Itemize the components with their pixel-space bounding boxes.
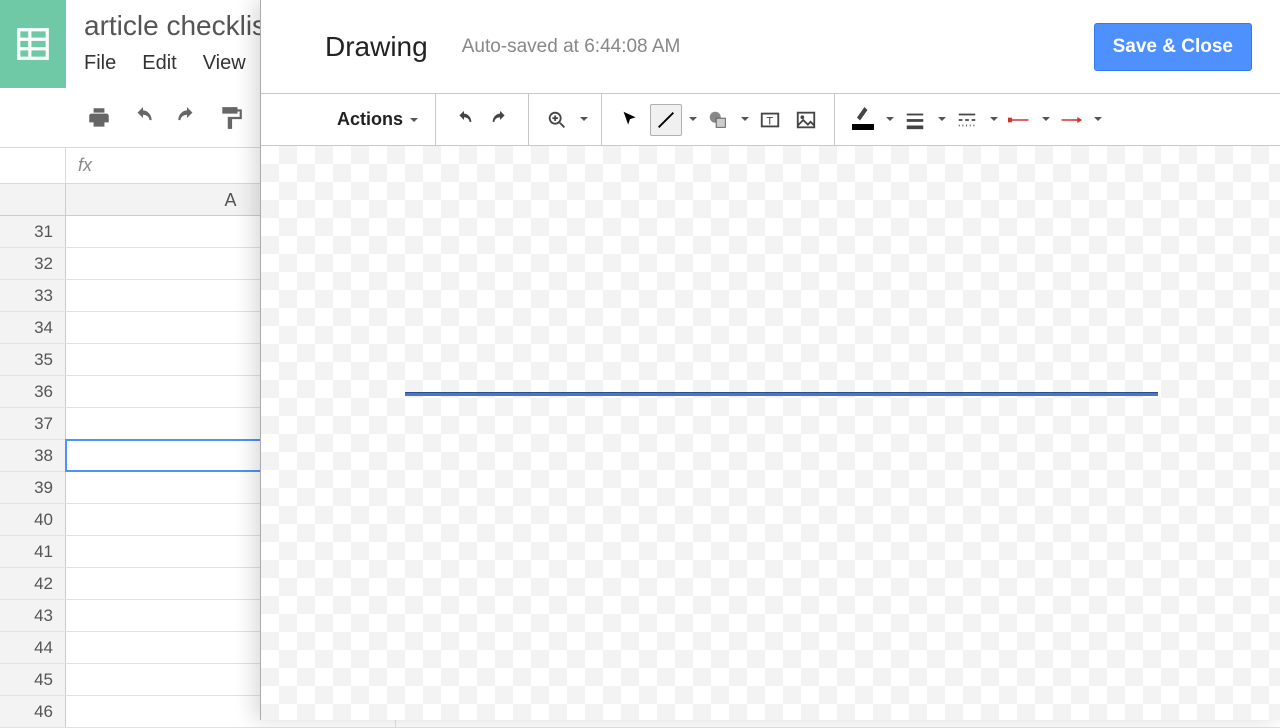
row-header[interactable]: 38: [0, 440, 66, 471]
line-end-button[interactable]: [1055, 104, 1087, 136]
zoom-button[interactable]: [541, 104, 573, 136]
line-color-swatch: [852, 124, 874, 130]
chevron-down-icon: [1093, 111, 1103, 129]
chevron-down-icon: [1041, 111, 1051, 129]
select-tool[interactable]: [614, 104, 646, 136]
chevron-down-icon: [409, 115, 419, 125]
actions-menu[interactable]: Actions: [333, 104, 423, 136]
shape-tool[interactable]: [702, 104, 734, 136]
row-header[interactable]: 46: [0, 696, 66, 727]
drawing-toolbar: Actions: [261, 94, 1280, 146]
undo-icon[interactable]: [130, 105, 156, 131]
line-dash-button[interactable]: [951, 104, 983, 136]
redo-button[interactable]: [484, 104, 516, 136]
row-header[interactable]: 44: [0, 632, 66, 663]
row-header[interactable]: 35: [0, 344, 66, 375]
chevron-down-icon: [885, 111, 895, 129]
row-header[interactable]: 42: [0, 568, 66, 599]
row-header[interactable]: 36: [0, 376, 66, 407]
row-header[interactable]: 41: [0, 536, 66, 567]
line-color-button[interactable]: [847, 104, 879, 136]
save-and-close-button[interactable]: Save & Close: [1094, 23, 1252, 71]
redo-icon[interactable]: [174, 105, 200, 131]
drawing-header: Drawing Auto-saved at 6:44:08 AM Save & …: [261, 0, 1280, 94]
row-header[interactable]: 34: [0, 312, 66, 343]
chevron-down-icon: [740, 111, 750, 129]
undo-button[interactable]: [448, 104, 480, 136]
row-header[interactable]: 39: [0, 472, 66, 503]
chevron-down-icon: [579, 111, 589, 129]
row-header[interactable]: 45: [0, 664, 66, 695]
svg-text:T: T: [766, 115, 773, 127]
select-all-corner[interactable]: [0, 184, 66, 215]
autosave-status: Auto-saved at 6:44:08 AM: [462, 36, 681, 58]
chevron-down-icon: [937, 111, 947, 129]
actions-label: Actions: [337, 109, 407, 130]
row-header[interactable]: 33: [0, 280, 66, 311]
row-header[interactable]: 43: [0, 600, 66, 631]
line-start-button[interactable]: [1003, 104, 1035, 136]
chevron-down-icon: [989, 111, 999, 129]
name-box[interactable]: [0, 148, 66, 183]
menu-file[interactable]: File: [84, 52, 116, 75]
row-header[interactable]: 32: [0, 248, 66, 279]
chevron-down-icon: [688, 111, 698, 129]
line-weight-button[interactable]: [899, 104, 931, 136]
drawing-title: Drawing: [325, 31, 428, 63]
row-header[interactable]: 40: [0, 504, 66, 535]
image-tool[interactable]: [790, 104, 822, 136]
sheets-logo-icon[interactable]: [0, 0, 66, 88]
drawn-line-object[interactable]: [405, 392, 1158, 396]
menu-edit[interactable]: Edit: [142, 52, 176, 75]
row-header[interactable]: 37: [0, 408, 66, 439]
line-tool[interactable]: [650, 104, 682, 136]
paint-format-icon[interactable]: [218, 105, 244, 131]
print-icon[interactable]: [86, 105, 112, 131]
drawing-canvas[interactable]: [261, 146, 1280, 720]
fx-label: fx: [66, 155, 104, 176]
menu-view[interactable]: View: [203, 52, 246, 75]
drawing-dialog: Drawing Auto-saved at 6:44:08 AM Save & …: [260, 0, 1280, 720]
textbox-tool[interactable]: T: [754, 104, 786, 136]
row-header[interactable]: 31: [0, 216, 66, 247]
